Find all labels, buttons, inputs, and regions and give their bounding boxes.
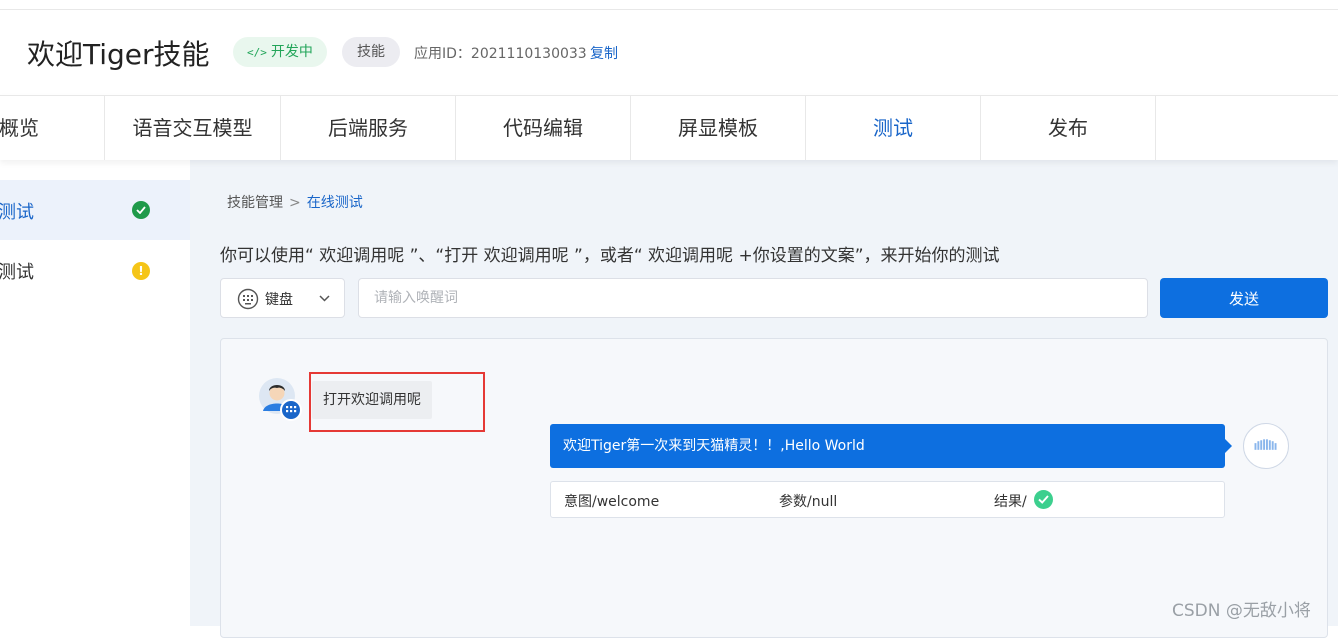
bot-message-bubble: 欢迎Tiger第一次来到天猫精灵！！,Hello World	[550, 424, 1232, 468]
user-avatar	[259, 378, 302, 421]
check-circle-icon	[132, 201, 150, 219]
tab-publish[interactable]: 发布	[981, 96, 1156, 160]
tab-code-editor[interactable]: 代码编辑	[456, 96, 631, 160]
wake-word-input[interactable]	[358, 278, 1148, 318]
keyboard-icon	[237, 288, 259, 310]
test-instruction: 你可以使用“ 欢迎调用呢 ”、“打开 欢迎调用呢 ”，或者“ 欢迎调用呢 +你设…	[220, 246, 1000, 266]
type-badge: 技能	[342, 37, 400, 67]
check-circle-icon	[1034, 490, 1053, 509]
breadcrumb: 技能管理 > 在线测试	[227, 192, 363, 212]
copy-app-id-link[interactable]: 复制	[590, 43, 618, 63]
sidebar: 测试 测试 !	[0, 160, 190, 626]
tab-test[interactable]: 测试	[806, 96, 981, 160]
sidebar-item-test-online[interactable]: 测试	[0, 180, 190, 240]
watermark: CSDN @无敌小将	[1172, 601, 1311, 621]
params-value: 参数/null	[779, 494, 838, 510]
sidebar-item-test-device[interactable]: 测试	[0, 240, 190, 300]
tab-backend[interactable]: 后端服务	[281, 96, 456, 160]
app-header: 欢迎Tiger技能 </> 开发中 技能 应用ID：2021110130033 复…	[0, 11, 1338, 95]
breadcrumb-current: 在线测试	[306, 195, 363, 211]
breadcrumb-parent[interactable]: 技能管理	[227, 195, 283, 211]
main-content: 技能管理 > 在线测试 你可以使用“ 欢迎调用呢 ”、“打开 欢迎调用呢 ”，或者“…	[190, 160, 1338, 638]
status-badge: </> 开发中	[233, 37, 327, 67]
sidebar-item-label: 测试	[0, 262, 34, 283]
nlu-result-row: 意图/welcome 参数/null 结果/	[550, 481, 1225, 518]
main-tabs: 概览 语音交互模型 后端服务 代码编辑 屏显模板 测试 发布	[0, 95, 1338, 160]
app-id-label: 应用ID：2021110130033	[414, 46, 587, 62]
tmall-genie-avatar	[1243, 423, 1289, 469]
sidebar-item-label: 测试	[0, 202, 34, 223]
highlight-annotation	[309, 372, 485, 432]
send-button[interactable]: 发送	[1160, 278, 1328, 318]
app-title: 欢迎Tiger技能	[27, 38, 210, 71]
tab-voice-model[interactable]: 语音交互模型	[105, 96, 281, 160]
top-divider	[0, 0, 1338, 10]
status-badge-label: 开发中	[270, 44, 313, 60]
chat-panel: 打开欢迎调用呢 欢迎Tiger第一次来到天猫精灵！！,Hello World 意…	[220, 338, 1328, 638]
result-label: 结果/	[994, 494, 1027, 510]
chevron-right-icon: >	[289, 195, 301, 211]
input-mode-label: 键盘	[265, 292, 293, 308]
intent-value: 意图/welcome	[564, 494, 660, 510]
code-icon: </>	[247, 46, 267, 59]
warning-circle-icon: !	[132, 262, 150, 280]
tab-overview[interactable]: 概览	[0, 96, 105, 160]
input-mode-select[interactable]: 键盘	[220, 278, 345, 318]
tab-display-template[interactable]: 屏显模板	[631, 96, 806, 160]
chevron-down-icon	[319, 295, 330, 302]
